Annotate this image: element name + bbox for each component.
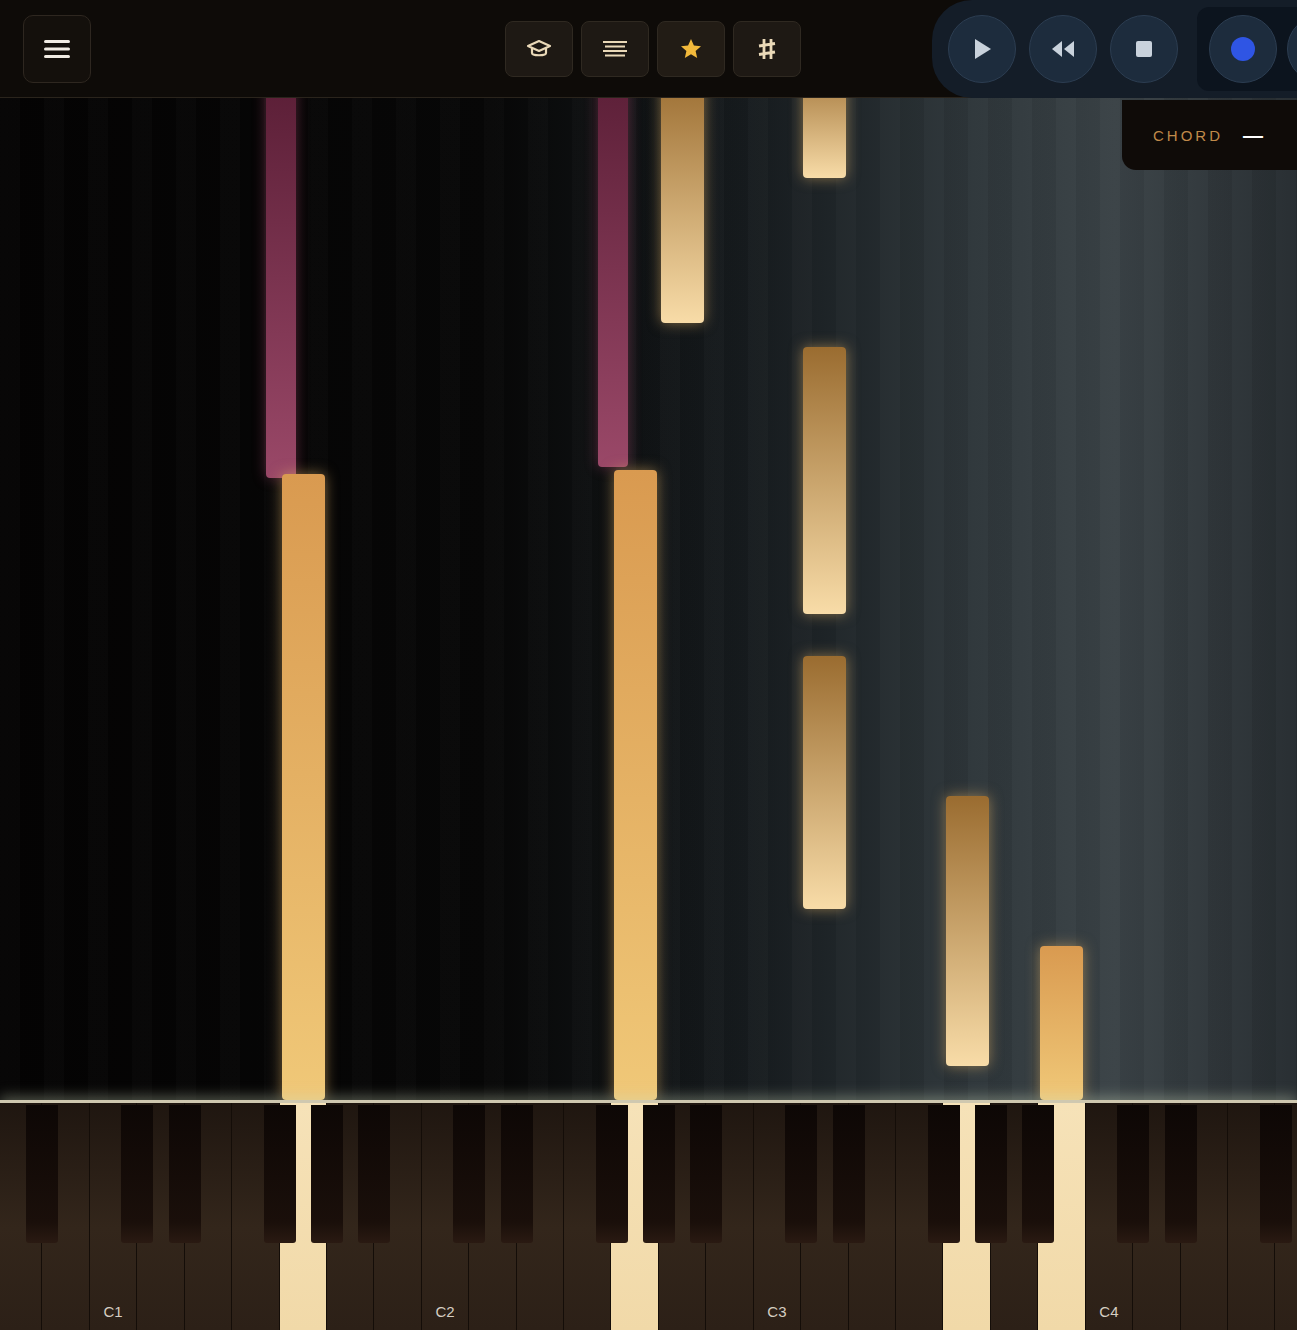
black-key[interactable]	[596, 1105, 628, 1243]
stop-icon	[1135, 40, 1153, 58]
play-icon	[971, 37, 993, 61]
falling-note	[661, 98, 704, 323]
black-key[interactable]	[690, 1105, 722, 1243]
piano-keyboard: C1 C2 C3 C4	[0, 1100, 1297, 1330]
chord-label: CHORD	[1153, 127, 1223, 144]
falling-note	[282, 474, 325, 1100]
menu-button[interactable]	[23, 15, 91, 83]
black-key[interactable]	[1022, 1105, 1054, 1243]
key-label: C3	[767, 1303, 786, 1320]
play-button[interactable]	[948, 15, 1016, 83]
graduation-cap-icon	[526, 38, 552, 60]
black-key[interactable]	[501, 1105, 533, 1243]
toolbar-button[interactable]	[581, 21, 649, 77]
black-key[interactable]	[785, 1105, 817, 1243]
falling-note	[598, 98, 628, 467]
rewind-button[interactable]	[1029, 15, 1097, 83]
black-key[interactable]	[453, 1105, 485, 1243]
extra-button[interactable]	[1287, 15, 1297, 83]
lines-icon	[602, 39, 628, 59]
toolbar-button[interactable]	[657, 21, 725, 77]
key-label: C1	[103, 1303, 122, 1320]
black-key[interactable]	[26, 1105, 58, 1243]
black-key[interactable]	[169, 1105, 201, 1243]
black-key[interactable]	[1117, 1105, 1149, 1243]
chord-panel: CHORD —	[1122, 100, 1297, 170]
black-key[interactable]	[121, 1105, 153, 1243]
black-key[interactable]	[928, 1105, 960, 1243]
black-key[interactable]	[311, 1105, 343, 1243]
black-key[interactable]	[264, 1105, 296, 1243]
falling-note	[803, 656, 846, 909]
star-icon	[679, 37, 703, 61]
falling-note	[803, 98, 846, 178]
falling-note	[1040, 946, 1083, 1100]
falling-note	[266, 98, 296, 478]
falling-note	[614, 470, 657, 1100]
sharp-icon	[756, 37, 778, 61]
rewind-icon	[1050, 40, 1076, 58]
hamburger-icon	[43, 38, 71, 60]
black-key[interactable]	[1260, 1105, 1292, 1243]
record-segment	[1197, 7, 1297, 91]
toolbar-button[interactable]	[733, 21, 801, 77]
toolbar	[505, 21, 801, 77]
falling-note	[946, 796, 989, 1066]
stop-button[interactable]	[1110, 15, 1178, 83]
black-key[interactable]	[833, 1105, 865, 1243]
top-bar	[0, 0, 1297, 98]
record-dot-icon	[1231, 37, 1255, 61]
transport-panel	[932, 0, 1297, 98]
black-key[interactable]	[975, 1105, 1007, 1243]
note-stage: CHORD —	[0, 98, 1297, 1100]
piano-app: CHORD — C1 C2 C3 C4	[0, 0, 1297, 1330]
record-button[interactable]	[1209, 15, 1277, 83]
key-label: C2	[435, 1303, 454, 1320]
toolbar-button[interactable]	[505, 21, 573, 77]
key-label: C4	[1099, 1303, 1118, 1320]
black-key[interactable]	[643, 1105, 675, 1243]
chord-value: —	[1243, 124, 1263, 147]
black-key[interactable]	[1165, 1105, 1197, 1243]
black-key[interactable]	[358, 1105, 390, 1243]
falling-note	[803, 347, 846, 614]
